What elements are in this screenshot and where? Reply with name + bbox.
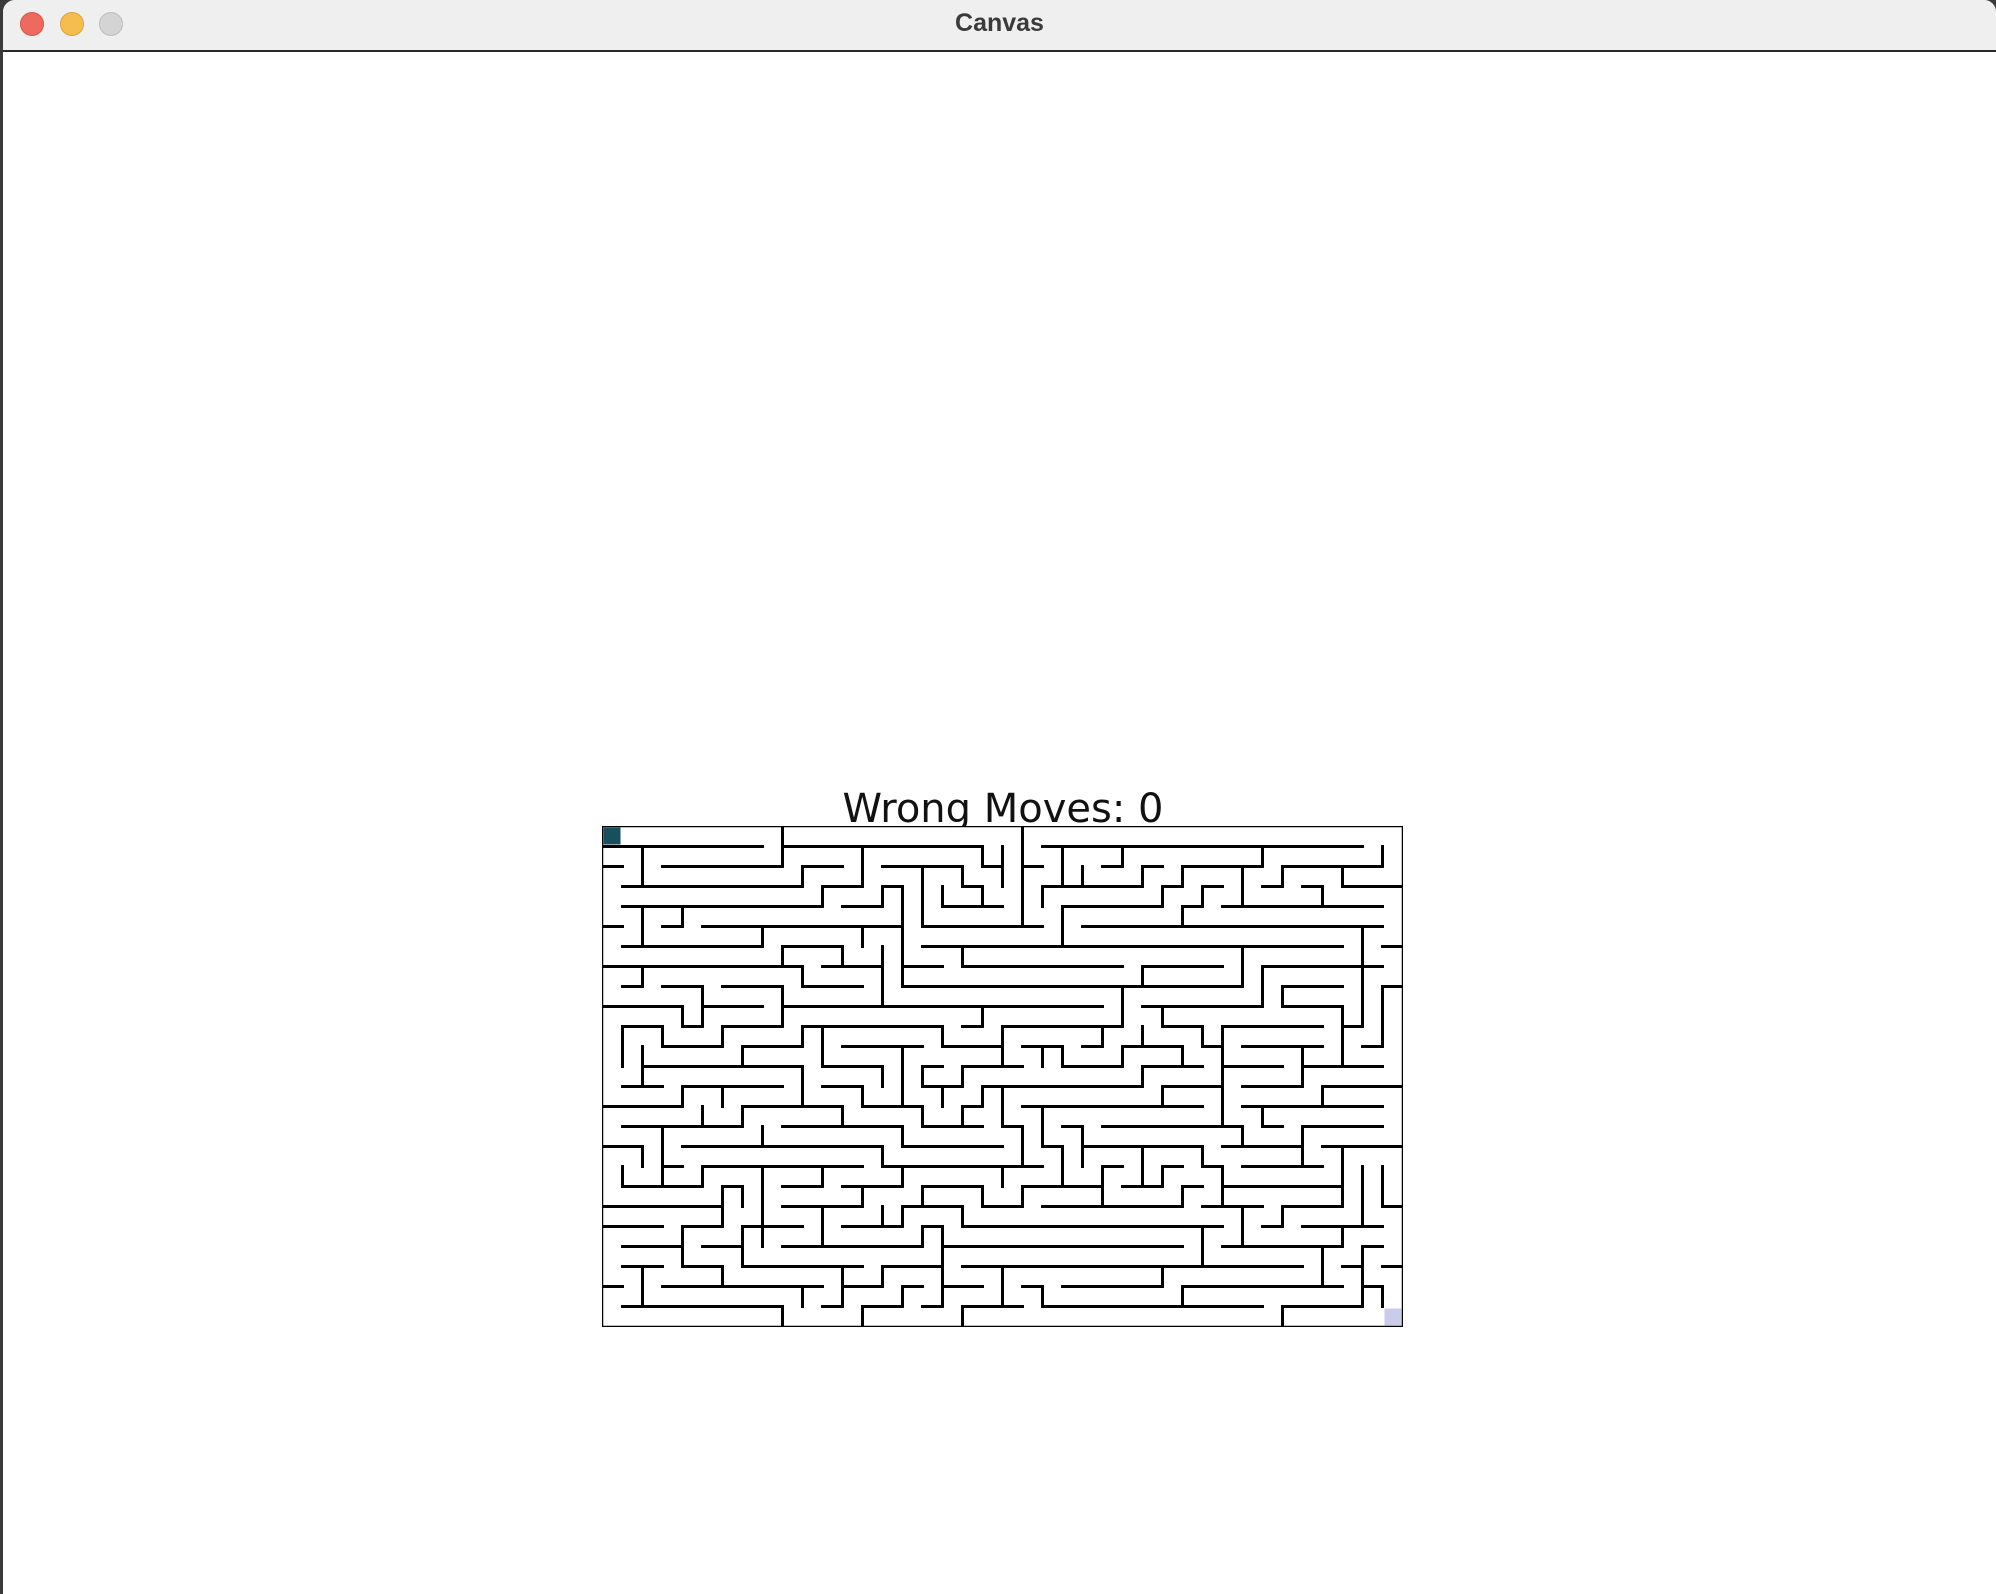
app-window: Canvas Wrong Moves: 0 — [3, 0, 1996, 1594]
maze-board[interactable] — [602, 826, 1403, 1327]
maze-background — [602, 826, 1403, 1327]
canvas-area[interactable]: Wrong Moves: 0 — [3, 52, 1996, 1594]
window-title: Canvas — [955, 9, 1044, 37]
title-bar: Canvas — [3, 0, 1996, 52]
player-marker — [603, 827, 621, 845]
goal-cell — [1384, 1308, 1402, 1326]
